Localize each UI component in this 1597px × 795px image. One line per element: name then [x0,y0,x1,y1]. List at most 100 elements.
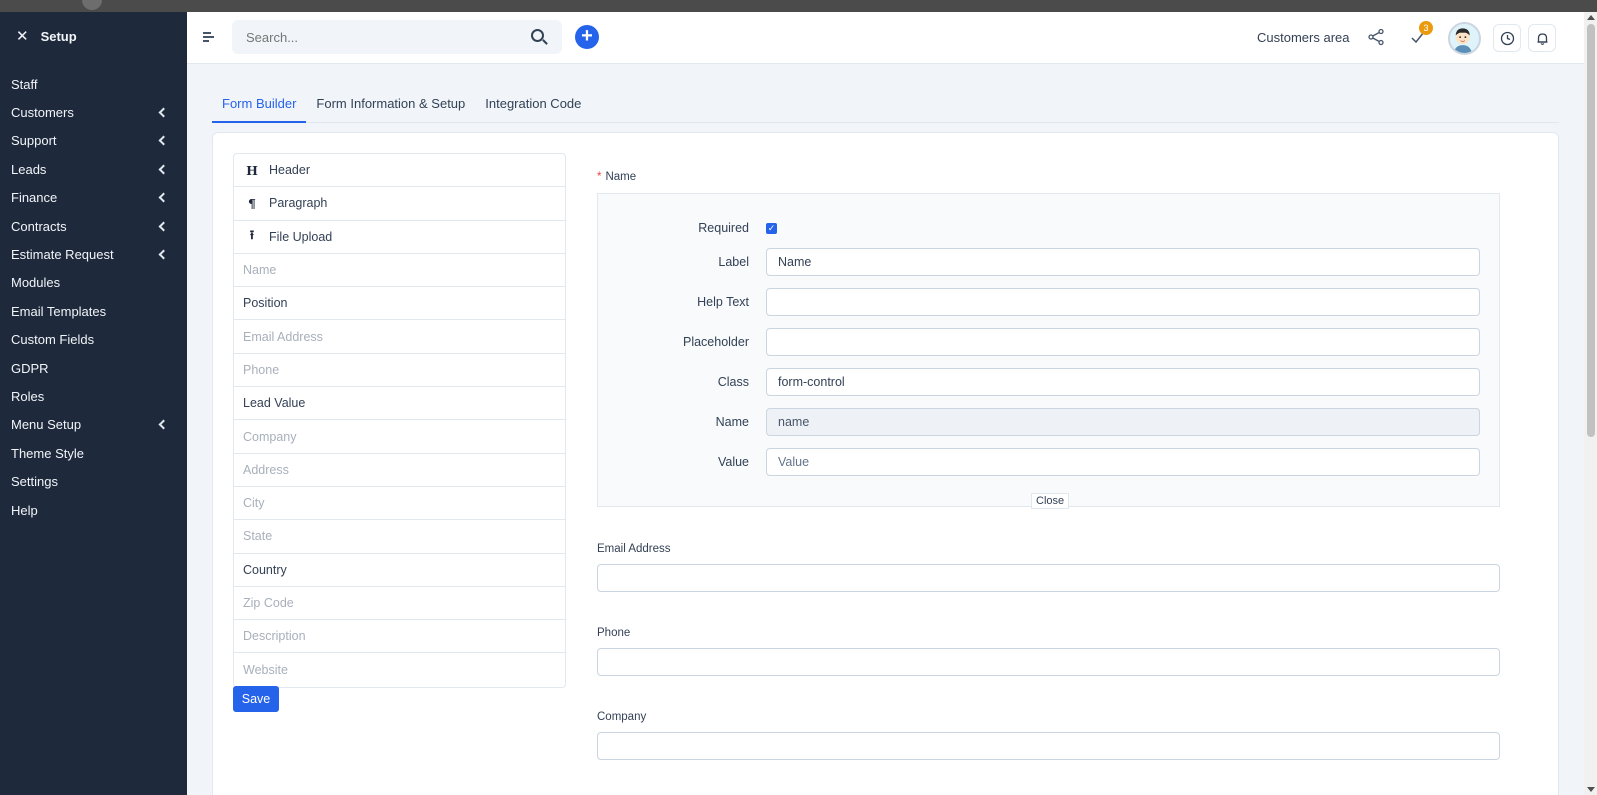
palette-item-name[interactable]: Name [234,254,565,288]
scroll-thumb[interactable] [1587,24,1595,437]
share-icon[interactable] [1367,28,1385,46]
top-bar: + Customers area 3 [187,12,1584,64]
sidebar-item-estimate-request[interactable]: Estimate Request [0,240,187,268]
sidebar-item-settings[interactable]: Settings [0,467,187,495]
palette-item-state[interactable]: State [234,520,565,554]
sidebar-item-staff[interactable]: Staff [0,70,187,98]
palette-item-paragraph[interactable]: ¶ Paragraph [234,187,565,221]
tab-form-information-setup[interactable]: Form Information & Setup [306,85,475,123]
placeholder-input[interactable] [766,328,1480,356]
sidebar-item-customers[interactable]: Customers [0,98,187,126]
sidebar-item-label: Help [11,502,38,518]
search-input[interactable] [246,29,516,45]
palette-item-label: Description [243,629,306,644]
sidebar-item-label: Support [11,133,57,149]
search-box [232,20,562,54]
label-label: Label [718,255,749,269]
sidebar-item-help[interactable]: Help [0,496,187,524]
sidebar-item-contracts[interactable]: Contracts [0,212,187,240]
palette-item-label: Website [243,663,288,678]
sidebar-item-label: Settings [11,474,58,490]
palette-item-label: Address [243,462,289,477]
value-label: Value [717,455,749,469]
chevron-left-icon [158,136,169,146]
close-icon[interactable]: ✕ [16,27,29,45]
name-input [766,408,1480,436]
palette-item-file-upload[interactable]: ⭱ File Upload [234,221,565,254]
tab-form-builder[interactable]: Form Builder [212,85,307,123]
quick-create-button[interactable]: + [575,25,599,49]
form-tabs: Form Builder Form Information & Setup Inte… [212,85,1559,123]
save-button[interactable]: Save [233,686,279,712]
chevron-left-icon [158,107,169,118]
palette-item-label: Company [243,429,297,444]
palette-item-description[interactable]: Description [234,620,565,654]
sidebar-item-email-templates[interactable]: Email Templates [0,297,187,325]
sidebar-item-label: Leads [11,161,47,177]
palette-item-zip-code[interactable]: Zip Code [234,587,565,621]
required-checkbox[interactable]: ✓ [766,223,777,234]
sidebar-item-label: Staff [11,76,38,92]
palette-item-label: Zip Code [243,596,294,610]
scroll-up-arrow[interactable] [1587,15,1595,20]
help-text-input[interactable] [766,288,1480,316]
name-label: Name [715,415,749,429]
background-strip [0,0,1597,12]
close-edit-button[interactable]: Close [1031,493,1070,509]
required-star: * [597,171,602,183]
todo-badge: 3 [1419,21,1433,35]
palette-item-company[interactable]: Company [234,420,565,454]
scrollbar[interactable] [1584,12,1597,795]
sidebar-item-finance[interactable]: Finance [0,184,187,212]
sidebar-item-modules[interactable]: Modules [0,269,187,297]
palette-item-address[interactable]: Address [234,454,565,487]
avatar[interactable] [1448,22,1481,55]
sidebar-item-menu-setup[interactable]: Menu Setup [0,411,187,439]
palette-item-phone[interactable]: Phone [234,354,565,388]
class-label: Class [717,375,749,389]
chevron-left-icon [158,221,169,232]
class-input[interactable] [766,368,1480,396]
palette-item-label: Name [243,263,277,278]
preview-email-input[interactable] [597,564,1500,592]
palette-item-header[interactable]: H Header [234,154,565,188]
palette-item-position[interactable]: Position [234,287,565,321]
sidebar-header: ✕ Setup [0,12,187,60]
placeholder-label: Placeholder [682,335,749,349]
sidebar-item-gdpr[interactable]: GDPR [0,354,187,382]
preview-field-label: Phone [597,627,631,639]
palette-item-email-address[interactable]: Email Address [234,320,565,354]
sidebar-item-label: Estimate Request [11,247,114,263]
palette-item-city[interactable]: City [234,487,565,521]
sidebar-item-label: Custom Fields [11,332,95,348]
preview-company-input[interactable] [597,732,1500,760]
label-input[interactable] [766,248,1480,276]
preview-phone-input[interactable] [597,648,1500,676]
tab-integration-code[interactable]: Integration Code [475,85,591,123]
sidebar-item-theme-style[interactable]: Theme Style [0,439,187,467]
name-row: Name [598,408,1501,436]
palette-item-lead-value[interactable]: Lead Value [234,387,565,421]
customers-area-link[interactable]: Customers area [1257,30,1349,45]
sidebar-item-leads[interactable]: Leads [0,155,187,183]
class-row: Class [598,368,1501,396]
palette-item-country[interactable]: Country [234,554,565,587]
main-area: + Customers area 3 [187,12,1584,795]
sidebar-item-roles[interactable]: Roles [0,382,187,410]
sidebar-item-label: Finance [11,190,58,206]
search-icon[interactable] [531,29,544,42]
sidebar-item-support[interactable]: Support [0,127,187,155]
scroll-down-arrow[interactable] [1587,787,1595,792]
palette-item-website[interactable]: Website [234,653,565,686]
sidebar-item-label: Menu Setup [11,417,82,433]
sidebar-item-custom-fields[interactable]: Custom Fields [0,326,187,354]
timer-button[interactable] [1493,24,1521,52]
notifications-button[interactable] [1528,24,1556,52]
sidebar-item-label: Email Templates [11,303,107,319]
value-input[interactable] [766,448,1480,476]
value-row: Value [598,448,1501,476]
menu-toggle-icon[interactable] [203,32,214,44]
palette-item-label: Position [243,296,288,311]
palette-item-label: State [243,529,273,544]
field-palette: H Header ¶ Paragraph ⭱ File Upload Name Positio… [233,153,566,688]
